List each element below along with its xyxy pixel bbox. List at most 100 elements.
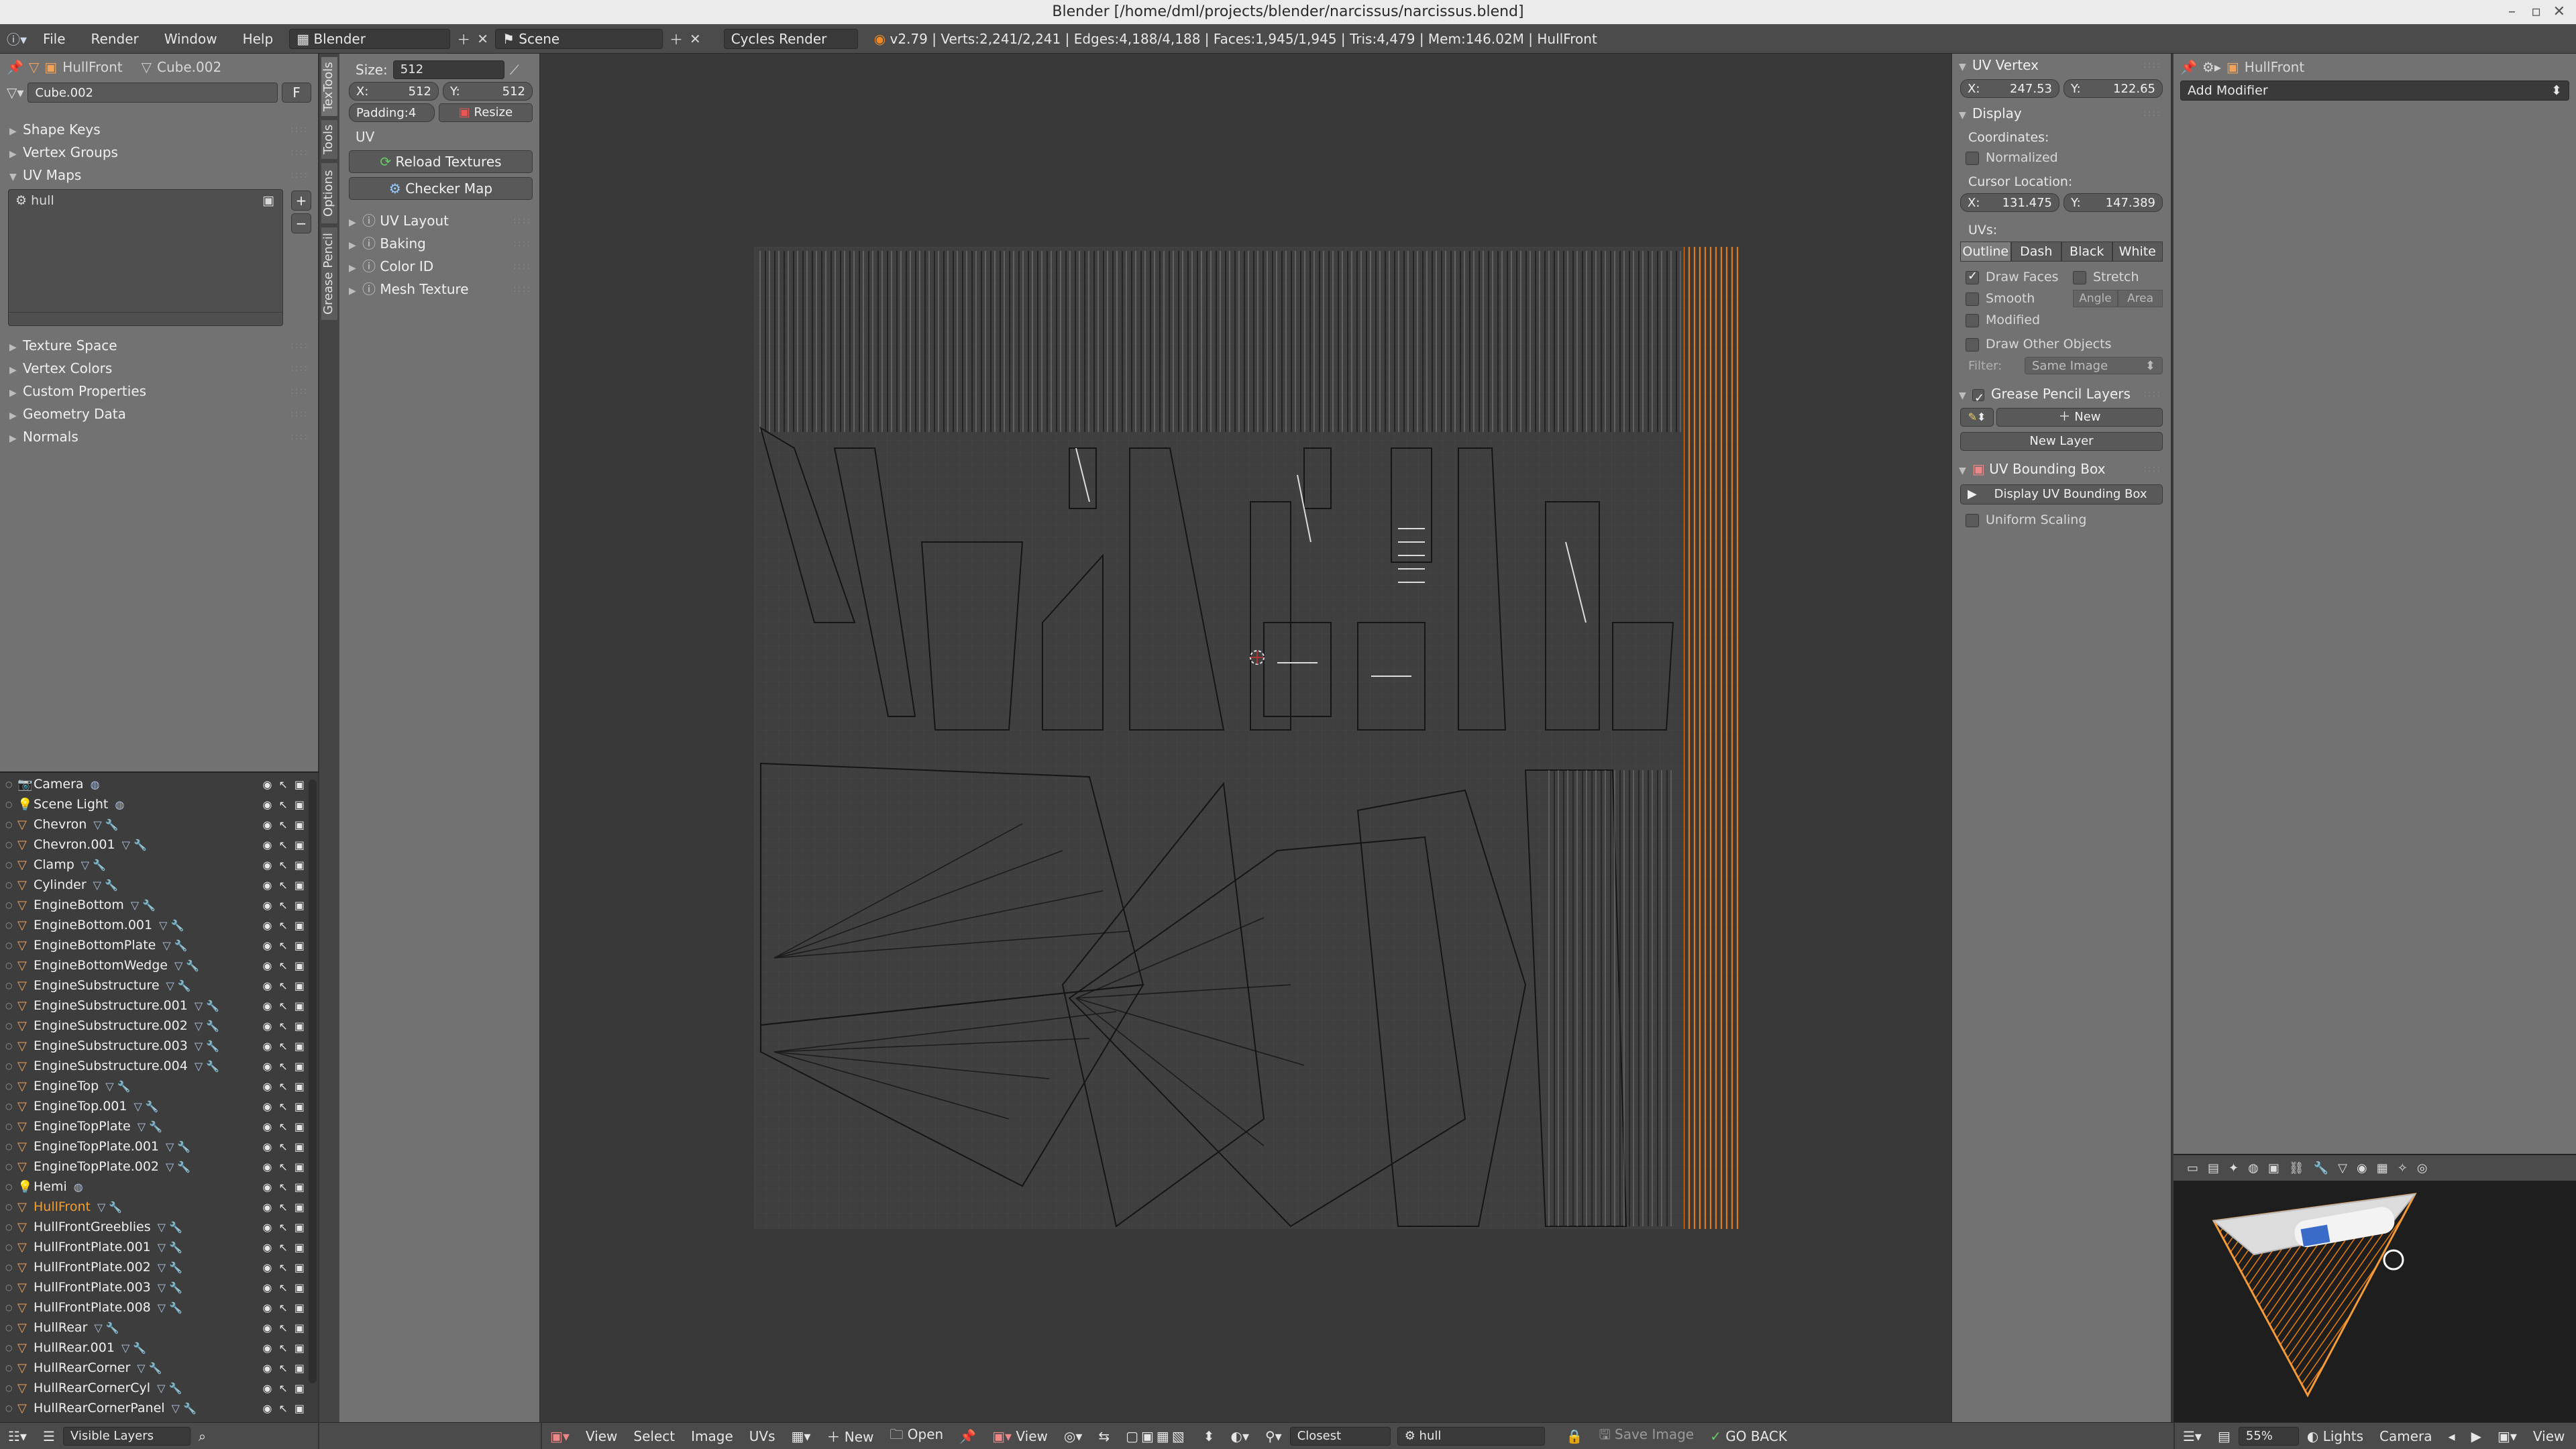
remove-screen-icon[interactable]: ✕ xyxy=(477,31,488,47)
preview-view-icon[interactable]: ▣▾ xyxy=(2489,1428,2525,1444)
visibility-select-render-icons[interactable]: ◉↖▣ xyxy=(263,1362,311,1375)
pivot-icon[interactable]: ◎▾ xyxy=(1056,1428,1091,1444)
preview-view-menu[interactable]: View xyxy=(2525,1428,2573,1444)
normalized-checkbox[interactable]: Normalized xyxy=(1966,150,2171,165)
uv-mode-dash[interactable]: Dash xyxy=(2010,241,2061,262)
section-uv-maps[interactable]: ▼ UV Maps:::: xyxy=(0,164,318,186)
resize-button[interactable]: ▣ Resize xyxy=(439,103,533,122)
size-dropdown[interactable]: 512 xyxy=(392,60,504,79)
maximize-button[interactable]: ▫ xyxy=(2531,0,2541,24)
draw-faces-checkbox[interactable]: Draw Faces xyxy=(1966,269,2073,284)
editor-mode-dropdown[interactable]: ▣▾ View xyxy=(984,1428,1056,1444)
expand-icon[interactable]: ○ xyxy=(5,1162,17,1171)
outliner-item[interactable]: ○ ▽ HullFrontPlate.003 ▽ 🔧 ◉↖▣ xyxy=(0,1277,318,1297)
visibility-select-render-icons[interactable]: ◉↖▣ xyxy=(263,1080,311,1093)
outliner-scrollbar[interactable] xyxy=(309,780,317,1383)
section-texture-space[interactable]: ▶ Texture Space:::: xyxy=(0,334,318,357)
expand-icon[interactable]: ○ xyxy=(5,1403,17,1413)
uv-image-editor[interactable] xyxy=(542,54,1951,1422)
expand-icon[interactable]: ○ xyxy=(5,1041,17,1051)
visibility-select-render-icons[interactable]: ◉↖▣ xyxy=(263,1040,311,1053)
expand-icon[interactable]: ○ xyxy=(5,780,17,789)
section-normals[interactable]: ▶ Normals:::: xyxy=(0,425,318,448)
modifier-wrench-icon[interactable]: ▽ 🔧 xyxy=(195,1060,219,1073)
save-image-button[interactable]: 🖫 Save Image xyxy=(1591,1425,1703,1448)
menu-window[interactable]: Window xyxy=(155,31,227,47)
visibility-select-render-icons[interactable]: ◉↖▣ xyxy=(263,1181,311,1193)
tab-textools[interactable]: TexTools xyxy=(321,56,338,117)
section-baking[interactable]: ▶ ⓘ Baking:::: xyxy=(339,232,541,255)
uv-map-item[interactable]: ⚙ hull ▣ xyxy=(9,190,282,211)
cursor-y-field[interactable]: Y: 147.389 xyxy=(2063,193,2163,212)
expand-icon[interactable]: ○ xyxy=(5,1202,17,1212)
add-screen-icon[interactable]: ＋ xyxy=(457,29,470,48)
visibility-select-render-icons[interactable]: ◉↖▣ xyxy=(263,1301,311,1314)
world-tab-icon[interactable]: ◍ xyxy=(2248,1161,2259,1175)
camera-toggle[interactable]: Camera xyxy=(2371,1428,2440,1444)
modifier-wrench-icon[interactable]: ▽ 🔧 xyxy=(159,919,184,932)
go-back-button[interactable]: ✓ GO BACK xyxy=(1702,1428,1795,1444)
menu-help[interactable]: Help xyxy=(233,31,283,47)
expand-icon[interactable]: ○ xyxy=(5,1182,17,1191)
visibility-select-render-icons[interactable]: ◉↖▣ xyxy=(263,1281,311,1294)
visibility-select-render-icons[interactable]: ◉↖▣ xyxy=(263,1000,311,1012)
section-display[interactable]: ▼ Display:::: xyxy=(1952,102,2171,125)
screen-layout-dropdown[interactable]: ▦ Blender xyxy=(289,28,451,49)
gp-new-layer-button[interactable]: New Layer xyxy=(1960,432,2163,451)
visibility-select-render-icons[interactable]: ◉↖▣ xyxy=(263,839,311,851)
modifier-wrench-icon[interactable]: ▽ 🔧 xyxy=(195,1020,219,1032)
sync-selection-icon[interactable]: ⇆ xyxy=(1090,1428,1118,1444)
modifier-wrench-icon[interactable]: ▽ 🔧 xyxy=(174,959,199,972)
lock-icon[interactable]: 🔒 xyxy=(1558,1428,1591,1444)
filter-dropdown[interactable]: Same Image ⬍ xyxy=(2025,357,2163,374)
section-geometry-data[interactable]: ▶ Geometry Data:::: xyxy=(0,402,318,425)
remove-scene-icon[interactable]: ✕ xyxy=(690,31,701,47)
section-vertex-colors[interactable]: ▶ Vertex Colors:::: xyxy=(0,357,318,380)
modifier-wrench-icon[interactable]: ▽ 🔧 xyxy=(158,1301,182,1314)
expand-icon[interactable]: ○ xyxy=(5,920,17,930)
eyedropper-icon[interactable]: ⟋ xyxy=(510,62,519,78)
image-menu-image[interactable]: Image xyxy=(683,1428,741,1444)
uv-mode-white[interactable]: White xyxy=(2112,241,2163,262)
section-grease-pencil-layers[interactable]: ▼Grease Pencil Layers:::: xyxy=(1952,382,2171,410)
uvmap-dropdown[interactable]: ⚙ hull xyxy=(1397,1426,1545,1446)
modifier-wrench-icon[interactable]: ▽ 🔧 xyxy=(157,1382,182,1395)
draw-other-objects-checkbox[interactable]: Draw Other Objects xyxy=(1966,337,2171,352)
outliner-item[interactable]: ○ ▽ EngineTopPlate.002 ▽ 🔧 ◉↖▣ xyxy=(0,1157,318,1177)
constraints-tab-icon[interactable]: ⛓ xyxy=(2289,1161,2304,1175)
outliner-menu-icon[interactable]: ☰ xyxy=(35,1428,63,1444)
section-uv-bounding-box[interactable]: ▼ ▣ UV Bounding Box:::: xyxy=(1952,458,2171,480)
cursor-x-field[interactable]: X: 131.475 xyxy=(1960,193,2059,212)
close-button[interactable]: ✕ xyxy=(2553,0,2565,24)
modifier-wrench-icon[interactable]: ▽ 🔧 xyxy=(97,1201,122,1214)
expand-icon[interactable]: ○ xyxy=(5,820,17,829)
modifier-wrench-icon[interactable]: ▽ 🔧 xyxy=(94,1322,119,1334)
section-uv-vertex[interactable]: ▼ UV Vertex:::: xyxy=(1952,54,2171,76)
outliner-item[interactable]: ○ ▽ HullRear ▽ 🔧 ◉↖▣ xyxy=(0,1318,318,1338)
modifier-wrench-icon[interactable]: ▽ 🔧 xyxy=(162,939,187,952)
outliner-item[interactable]: ○ ▽ Chevron.001 ▽ 🔧 ◉↖▣ xyxy=(0,835,318,855)
expand-icon[interactable]: ○ xyxy=(5,840,17,849)
outliner-item[interactable]: ○ ▽ HullFront ▽ 🔧 ◉↖▣ xyxy=(0,1197,318,1217)
play-icon[interactable]: ▶ xyxy=(2463,1428,2489,1444)
expand-icon[interactable]: ○ xyxy=(5,1242,17,1252)
menu-file[interactable]: File xyxy=(34,31,74,47)
expand-icon[interactable]: ○ xyxy=(5,1263,17,1272)
expand-icon[interactable]: ○ xyxy=(5,880,17,890)
smooth-checkbox[interactable]: Smooth xyxy=(1966,291,2073,306)
sticky-mode-icon[interactable]: ⬍ xyxy=(1195,1428,1223,1444)
outliner-item[interactable]: ○ ▽ HullRearCorner ▽ 🔧 ◉↖▣ xyxy=(0,1358,318,1378)
material-tab-icon[interactable]: ◉ xyxy=(2357,1161,2367,1175)
visibility-select-render-icons[interactable]: ◉↖▣ xyxy=(263,1140,311,1153)
outliner-item[interactable]: ○ ▽ EngineBottomWedge ▽ 🔧 ◉↖▣ xyxy=(0,955,318,975)
outliner-item[interactable]: ○ ▽ Clamp ▽ 🔧 ◉↖▣ xyxy=(0,855,318,875)
section-custom-properties[interactable]: ▶ Custom Properties:::: xyxy=(0,380,318,402)
outliner-item[interactable]: ○ ▽ EngineTop ▽ 🔧 ◉↖▣ xyxy=(0,1076,318,1096)
visibility-select-render-icons[interactable]: ◉↖▣ xyxy=(263,1060,311,1073)
visibility-select-render-icons[interactable]: ◉↖▣ xyxy=(263,1221,311,1234)
3d-viewport-preview[interactable] xyxy=(2174,1181,2576,1422)
tab-tools[interactable]: Tools xyxy=(321,119,338,160)
modifier-wrench-icon[interactable]: ▽ 🔧 xyxy=(138,1120,162,1133)
visibility-select-render-icons[interactable]: ◉↖▣ xyxy=(263,818,311,831)
zoom-field[interactable]: 55% xyxy=(2238,1426,2299,1446)
